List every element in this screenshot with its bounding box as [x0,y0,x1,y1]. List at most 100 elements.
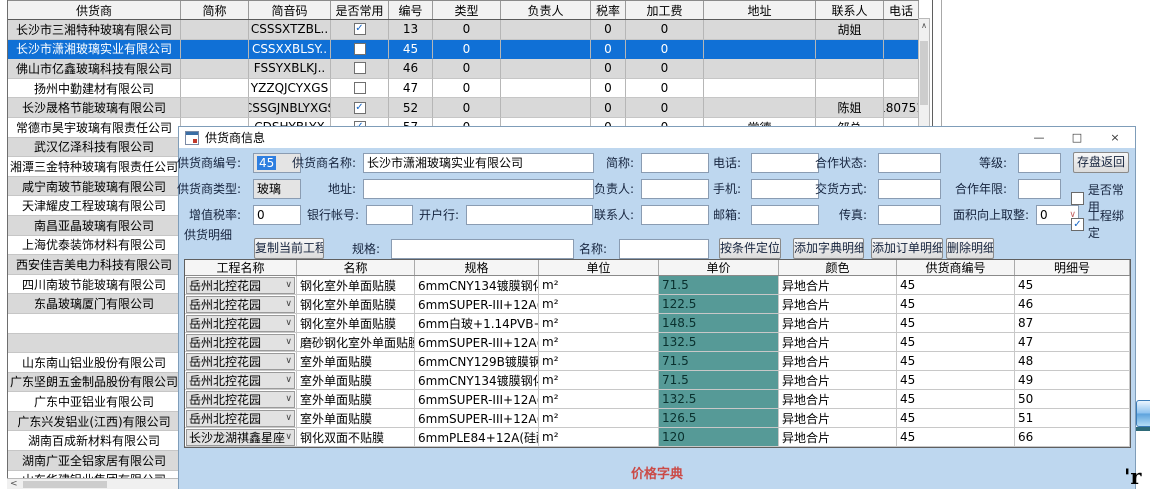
col-supplier[interactable]: 供货商 [8,1,181,19]
minimize-button[interactable]: — [1021,127,1057,148]
scroll-left-icon[interactable]: < [10,479,18,489]
chevron-down-icon[interactable]: ∨ [285,432,292,442]
project-combobox[interactable]: 岳州北控花园 ∨ [186,372,295,389]
checkbox-box[interactable]: ✓ [1071,218,1084,231]
cell-price[interactable]: 132.5 [659,333,779,352]
detail-row[interactable]: 岳州北控花园 ∨ 室外单面贴膜 6mmCNY134镀膜钢化 m² 71.5 异地… [185,371,1130,390]
project-combo-cell[interactable]: 岳州北控花园 ∨ [185,333,297,352]
scroll-up-icon[interactable]: ∧ [919,21,929,30]
delivery-field[interactable] [878,179,941,199]
checkbox-box[interactable] [1071,192,1084,205]
project-combobox[interactable]: 岳州北控花园 ∨ [186,277,295,294]
project-combo-cell[interactable]: 岳州北控花园 ∨ [185,371,297,390]
common-checkbox[interactable] [354,82,366,94]
col-detail-no[interactable]: 明细号 [1015,260,1130,275]
bank-branch-field[interactable] [466,205,593,225]
col-name[interactable]: 名称 [297,260,415,275]
project-combo-cell[interactable]: 岳州北控花园 ∨ [185,276,297,295]
detail-row[interactable]: 岳州北控花园 ∨ 磨砂钢化室外单面贴膜 6mmSUPER-III+12A(硅..… [185,333,1130,352]
bank-account-field[interactable] [366,205,413,225]
scrollbar-thumb[interactable] [23,481,107,488]
add-dict-detail-button[interactable]: 添加字典明细 [793,238,864,259]
copy-project-button[interactable]: 复制当前工程 [254,238,324,259]
table-row[interactable]: 佛山市亿鑫玻璃科技有限公司 FSSYXBLKJ.. 46 0 0 0 [8,59,919,79]
cell-price[interactable]: 71.5 [659,276,779,295]
table-row[interactable]: 扬州中勤建材有限公司 YZZQJCYXGS 47 0 0 0 [8,79,919,99]
principal-field[interactable] [641,179,709,199]
col-address[interactable]: 地址 [704,1,816,19]
chevron-down-icon[interactable]: ∨ [285,413,292,423]
chevron-down-icon[interactable]: ∨ [285,337,292,347]
project-combo-cell[interactable]: 岳州北控花园 ∨ [185,295,297,314]
detail-row[interactable]: 岳州北控花园 ∨ 钢化室外单面贴膜 6mmSUPER-III+12A(硅.. m… [185,295,1130,314]
cell-price[interactable]: 148.5 [659,314,779,333]
cell-price[interactable]: 126.5 [659,409,779,428]
spec-filter-input[interactable] [391,239,574,259]
table-row[interactable]: 长沙市潇湘玻璃实业有限公司 CSSXXBLSY.. 45 0 0 0 [8,40,919,60]
project-combobox[interactable]: 岳州北控花园 ∨ [186,315,295,332]
detail-row[interactable]: 岳州北控花园 ∨ 室外单面贴膜 6mmSUPER-III+12A(硅.. m² … [185,390,1130,409]
chevron-down-icon[interactable]: ∨ [285,280,292,290]
dialog-titlebar[interactable]: 供货商信息 — □ × [179,127,1135,148]
coop-status-field[interactable] [878,153,941,173]
email-field[interactable] [751,205,819,225]
col-tax[interactable]: 税率 [591,1,626,19]
address-field[interactable] [363,179,594,199]
coop-years-field[interactable] [1018,179,1061,199]
fax-field[interactable] [878,205,941,225]
common-checkbox[interactable] [354,23,366,35]
col-spec[interactable]: 规格 [415,260,539,275]
col-shortname[interactable]: 简称 [181,1,249,19]
project-combo-cell[interactable]: 岳州北控花园 ∨ [185,390,297,409]
common-checkbox[interactable] [354,102,366,114]
delete-detail-button[interactable]: 删除明细 [946,238,994,259]
grade-field[interactable] [1018,153,1061,173]
col-principal[interactable]: 负责人 [501,1,591,19]
cell-price[interactable]: 71.5 [659,371,779,390]
cell-price[interactable]: 132.5 [659,390,779,409]
project-combobox[interactable]: 岳州北控花园 ∨ [186,410,295,427]
cell-price[interactable]: 122.5 [659,295,779,314]
col-supplier-no[interactable]: 供货商编号 [897,260,1015,275]
scrollbar-thumb[interactable] [920,41,928,105]
col-number[interactable]: 编号 [389,1,433,19]
cell-price[interactable]: 120 [659,428,779,447]
detail-row[interactable]: 岳州北控花园 ∨ 钢化室外单面贴膜 6mm白玻+1.14PVB+6mm.. m²… [185,314,1130,333]
project-combobox[interactable]: 岳州北控花园 ∨ [186,296,295,313]
phone-field[interactable] [751,153,819,173]
supplier-name-field[interactable]: 长沙市潇湘玻璃实业有限公司 [363,153,594,173]
locate-button[interactable]: 按条件定位 [719,238,781,259]
col-phone[interactable]: 电话 [884,1,919,19]
chevron-down-icon[interactable]: ∨ [285,375,292,385]
col-type[interactable]: 类型 [433,1,501,19]
chevron-down-icon[interactable]: ∨ [285,394,292,404]
save-return-button[interactable]: 存盘返回 [1073,152,1129,173]
col-contact[interactable]: 联系人 [816,1,884,19]
short-name-field[interactable] [641,153,709,173]
project-combo-cell[interactable]: 岳州北控花园 ∨ [185,409,297,428]
edge-glossy-button[interactable] [1136,400,1150,427]
table-row[interactable]: 长沙晟格节能玻璃有限公司 CSSGJNBLYXGS 52 0 0 0 陈姐 18… [8,98,919,118]
chevron-down-icon[interactable]: ∨ [285,318,292,328]
common-checkbox[interactable] [354,62,366,74]
add-order-detail-button[interactable]: 添加订单明细 [871,238,943,259]
col-code[interactable]: 简音码 [249,1,331,19]
detail-row[interactable]: 岳州北控花园 ∨ 钢化室外单面贴膜 6mmCNY134镀膜钢化 m² 71.5 … [185,276,1130,295]
project-combo-cell[interactable]: 岳州北控花园 ∨ [185,314,297,333]
project-combobox[interactable]: 岳州北控花园 ∨ [186,353,295,370]
col-common[interactable]: 是否常用 [331,1,389,19]
col-color[interactable]: 颜色 [779,260,897,275]
project-bind-checkbox[interactable]: ✓ 工程绑定 [1071,207,1135,241]
col-unit[interactable]: 单位 [539,260,659,275]
vat-field[interactable]: 0 [253,205,301,225]
col-price[interactable]: 单价 [659,260,779,275]
detail-row[interactable]: 长沙龙湖祺鑫星座 ∨ 钢化双面不贴膜 6mmPLE84+12A(硅酮胶.. m²… [185,428,1130,447]
common-checkbox[interactable] [354,43,366,55]
project-combobox[interactable]: 岳州北控花园 ∨ [186,334,295,351]
name-filter-input[interactable] [619,239,709,259]
detail-row[interactable]: 岳州北控花园 ∨ 室外单面贴膜 6mmSUPER-III+12A(硅.. m² … [185,409,1130,428]
project-combobox[interactable]: 长沙龙湖祺鑫星座 ∨ [186,429,295,446]
maximize-button[interactable]: □ [1059,127,1095,148]
col-project[interactable]: 工程名称 [185,260,297,275]
project-combo-cell[interactable]: 长沙龙湖祺鑫星座 ∨ [185,428,297,447]
